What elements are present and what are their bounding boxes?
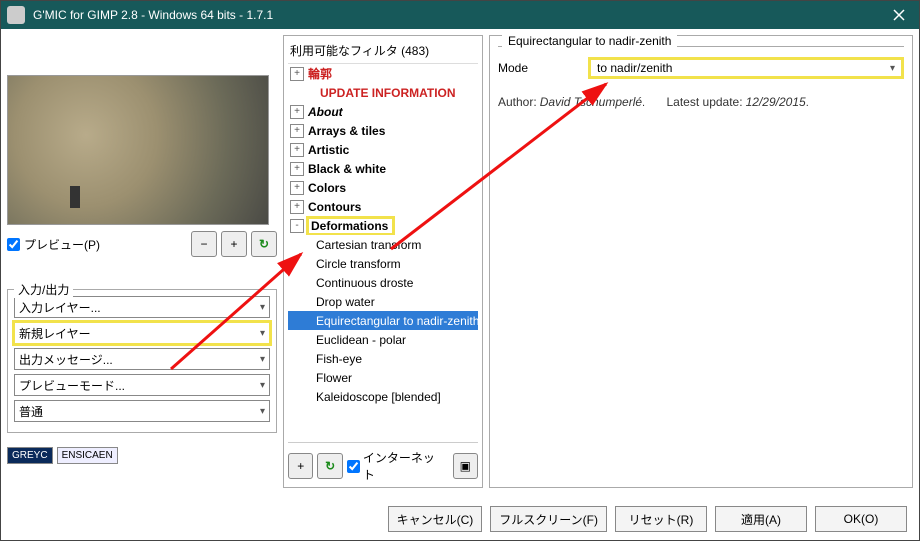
input-layer-combo[interactable]: 入力レイヤー...▾ <box>14 296 270 318</box>
chevron-down-icon: ▾ <box>260 406 265 417</box>
io-group: 入力/出力 入力レイヤー...▾ 新規レイヤー▾ 出力メッセージ...▾ プレビ… <box>7 289 277 433</box>
close-button[interactable] <box>879 1 919 29</box>
left-pane: プレビュー(P) − + ↻ 入力/出力 入力レイヤー...▾ 新規レイヤー▾ … <box>7 35 277 488</box>
ok-button[interactable]: OK(O) <box>815 506 907 532</box>
tree-category[interactable]: +Black & white <box>288 159 478 178</box>
close-icon <box>893 9 905 21</box>
internet-checkbox[interactable]: インターネット <box>347 449 445 483</box>
preview-checkbox-label: プレビュー(P) <box>24 236 100 253</box>
preview-mode-combo[interactable]: プレビューモード...▾ <box>14 374 270 396</box>
expand-icon[interactable]: + <box>290 124 304 138</box>
expand-icon[interactable]: + <box>290 181 304 195</box>
mode-label: Mode <box>498 61 568 75</box>
filter-tree-pane: 利用可能なフィルタ (483) +輪郭UPDATE INFORMATION+Ab… <box>283 35 483 488</box>
reset-button[interactable]: リセット(R) <box>615 506 707 532</box>
tree-category[interactable]: +輪郭 <box>288 64 478 83</box>
io-legend: 入力/出力 <box>14 281 73 298</box>
tree-item[interactable]: Flower <box>288 368 478 387</box>
chevron-down-icon: ▾ <box>260 328 265 339</box>
plus-icon: + <box>297 459 304 473</box>
tree-category[interactable]: -Deformations <box>288 216 478 235</box>
tree-header: 利用可能なフィルタ (483) <box>288 40 478 63</box>
logo-ensicaen: ENSICAEN <box>57 447 118 464</box>
chevron-down-icon: ▾ <box>890 63 895 74</box>
logo-greyc: GREYC <box>7 447 53 464</box>
output-layer-combo[interactable]: 新規レイヤー▾ <box>14 322 270 344</box>
expand-icon[interactable]: + <box>290 143 304 157</box>
tree-category[interactable]: +About <box>288 102 478 121</box>
filter-tree[interactable]: +輪郭UPDATE INFORMATION+About+Arrays & til… <box>288 63 478 442</box>
zoom-in-button[interactable]: + <box>221 231 247 257</box>
output-message-combo[interactable]: 出力メッセージ...▾ <box>14 348 270 370</box>
tree-category[interactable]: +Contours <box>288 197 478 216</box>
expand-icon[interactable]: - <box>290 219 304 233</box>
cancel-button[interactable]: キャンセル(C) <box>388 506 483 532</box>
tree-category[interactable]: +Colors <box>288 178 478 197</box>
preview-image[interactable] <box>7 75 269 225</box>
minus-icon: − <box>200 237 207 251</box>
filter-params-pane: Equirectangular to nadir-zenith Mode to … <box>489 35 913 488</box>
logo-row: GREYC ENSICAEN <box>7 447 277 464</box>
refresh-icon: ↻ <box>325 459 335 473</box>
expand-icon[interactable]: + <box>290 200 304 214</box>
chevron-down-icon: ▾ <box>260 354 265 365</box>
add-filter-button[interactable]: + <box>288 453 313 479</box>
title-bar: G'MIC for GIMP 2.8 - Windows 64 bits - 1… <box>1 1 919 29</box>
internet-checkbox-input[interactable] <box>347 460 360 473</box>
expand-icon[interactable]: + <box>290 162 304 176</box>
normal-combo[interactable]: 普通▾ <box>14 400 270 422</box>
tree-item[interactable]: UPDATE INFORMATION <box>288 83 478 102</box>
app-icon <box>7 6 25 24</box>
refresh-preview-button[interactable]: ↻ <box>251 231 277 257</box>
collapse-button[interactable]: ▣ <box>453 453 478 479</box>
fullscreen-button[interactable]: フルスクリーン(F) <box>490 506 607 532</box>
expand-icon[interactable]: + <box>290 67 304 81</box>
tree-item[interactable]: Circle transform <box>288 254 478 273</box>
tree-item[interactable]: Fish-eye <box>288 349 478 368</box>
dialog-buttons: キャンセル(C) フルスクリーン(F) リセット(R) 適用(A) OK(O) <box>1 498 919 540</box>
expand-icon[interactable]: + <box>290 105 304 119</box>
tree-item[interactable]: Continuous droste <box>288 273 478 292</box>
preview-checkbox[interactable]: プレビュー(P) <box>7 236 100 253</box>
tree-item[interactable]: Equirectangular to nadir-zenith <box>288 311 478 330</box>
window-title: G'MIC for GIMP 2.8 - Windows 64 bits - 1… <box>33 8 273 22</box>
chevron-down-icon: ▾ <box>260 380 265 391</box>
plus-icon: + <box>230 237 237 251</box>
tree-item[interactable]: Kaleidoscope [blended] <box>288 387 478 406</box>
zoom-out-button[interactable]: − <box>191 231 217 257</box>
chevron-down-icon: ▾ <box>260 302 265 313</box>
tree-item[interactable]: Drop water <box>288 292 478 311</box>
preview-checkbox-input[interactable] <box>7 238 20 251</box>
collapse-icon: ▣ <box>460 459 471 473</box>
filter-title: Equirectangular to nadir-zenith <box>502 34 677 48</box>
tree-item[interactable]: Euclidean - polar <box>288 330 478 349</box>
filter-meta: Author: David Tschumperlé. Latest update… <box>498 95 904 109</box>
refresh-filters-button[interactable]: ↻ <box>317 453 342 479</box>
tree-category[interactable]: +Arrays & tiles <box>288 121 478 140</box>
tree-category[interactable]: +Artistic <box>288 140 478 159</box>
apply-button[interactable]: 適用(A) <box>715 506 807 532</box>
refresh-icon: ↻ <box>259 237 269 251</box>
tree-item[interactable]: Cartesian transform <box>288 235 478 254</box>
mode-combo[interactable]: to nadir/zenith ▾ <box>588 57 904 79</box>
